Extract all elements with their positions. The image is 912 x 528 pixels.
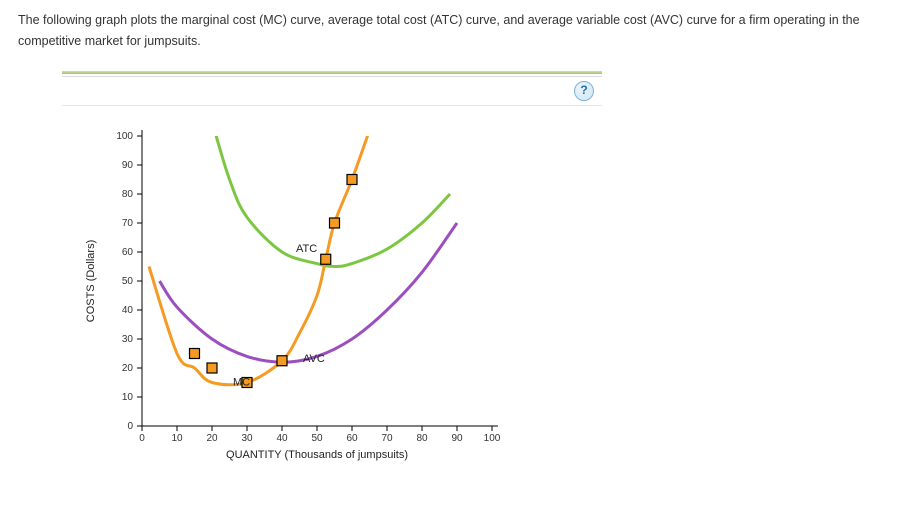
svg-text:100: 100 (116, 131, 133, 142)
svg-text:0: 0 (139, 433, 145, 444)
svg-text:AVC: AVC (303, 353, 325, 365)
svg-text:50: 50 (122, 276, 134, 287)
section-rule (62, 71, 602, 74)
svg-text:20: 20 (122, 363, 134, 374)
svg-text:70: 70 (122, 218, 134, 229)
svg-text:20: 20 (206, 433, 218, 444)
cost-curves-plot[interactable]: 0 10 20 30 40 50 60 70 80 90 100 0 10 20 30 40 50 60 70 80 9… (62, 106, 602, 506)
svg-text:10: 10 (171, 433, 183, 444)
plot-svg: 0 10 20 30 40 50 60 70 80 90 100 0 10 20 30 40 50 60 70 80 9… (62, 106, 602, 506)
svg-text:40: 40 (276, 433, 288, 444)
help-icon[interactable]: ? (574, 81, 594, 101)
svg-text:50: 50 (311, 433, 323, 444)
svg-text:ATC: ATC (296, 243, 317, 255)
graph-block: ? 0 10 20 30 40 50 60 70 80 90 100 0 10 20 30 40 50 60 70 8… (62, 71, 602, 506)
svg-text:60: 60 (346, 433, 358, 444)
question-prompt: The following graph plots the marginal c… (18, 10, 894, 53)
graph-toolbar: ? (62, 76, 602, 106)
svg-text:COSTS (Dollars): COSTS (Dollars) (85, 239, 97, 322)
svg-text:80: 80 (416, 433, 428, 444)
svg-text:60: 60 (122, 247, 134, 258)
svg-text:90: 90 (451, 433, 463, 444)
svg-text:QUANTITY (Thousands of jumpsui: QUANTITY (Thousands of jumpsuits) (226, 449, 408, 461)
svg-text:70: 70 (381, 433, 393, 444)
svg-text:90: 90 (122, 160, 134, 171)
svg-text:40: 40 (122, 305, 134, 316)
svg-text:30: 30 (241, 433, 253, 444)
svg-text:0: 0 (127, 421, 133, 432)
svg-text:100: 100 (484, 433, 501, 444)
svg-text:10: 10 (122, 392, 134, 403)
svg-text:30: 30 (122, 334, 134, 345)
svg-text:MC: MC (233, 376, 250, 388)
svg-text:80: 80 (122, 189, 134, 200)
